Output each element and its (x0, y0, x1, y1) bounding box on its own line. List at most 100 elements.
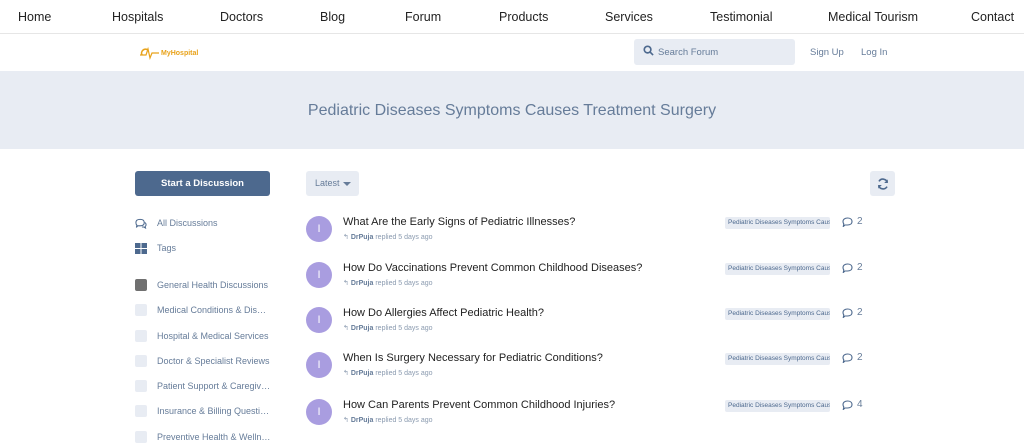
reply-count: 2 (842, 352, 863, 363)
discussion-time: replied 5 days ago (375, 280, 433, 287)
reply-count: 4 (842, 399, 863, 410)
sidebar-tag-label: Hospital & Medical Services (157, 331, 269, 341)
discussion-title[interactable]: How Do Allergies Affect Pediatric Health… (343, 307, 544, 319)
heartbeat-logo-icon (140, 46, 159, 60)
nav-medical-tourism[interactable]: Medical Tourism (828, 10, 918, 24)
nav-doctors[interactable]: Doctors (220, 10, 263, 24)
nav-services[interactable]: Services (605, 10, 653, 24)
refresh-button[interactable] (870, 171, 895, 196)
discussion-tag[interactable]: Pediatric Diseases Symptoms Causes Treat… (725, 217, 830, 229)
reply-icon: ↰ (343, 325, 349, 332)
discussion-tag[interactable]: Pediatric Diseases Symptoms Causes Treat… (725, 400, 830, 412)
avatar[interactable]: I (306, 262, 332, 288)
reply-count: 2 (842, 216, 863, 227)
sidebar-tag-item[interactable]: Medical Conditions & Diseases (135, 302, 271, 318)
sidebar-tag-item[interactable]: Hospital & Medical Services (135, 328, 271, 344)
sidebar-tag-label: General Health Discussions (157, 280, 269, 290)
nav-hospitals[interactable]: Hospitals (112, 10, 163, 24)
discussion-author[interactable]: DrPuja (351, 417, 374, 424)
reply-icon: ↰ (343, 280, 349, 287)
sidebar-item-tags[interactable]: Tags (135, 240, 271, 256)
comment-icon (842, 399, 853, 410)
discussion-list-item[interactable]: I What Are the Early Signs of Pediatric … (306, 216, 896, 256)
sidebar-tag-label: Insurance & Billing Questions (157, 406, 271, 416)
sort-label: Latest (315, 178, 340, 188)
comment-icon (842, 216, 853, 227)
search-input[interactable] (658, 39, 788, 65)
sidebar-tag-label: Patient Support & Caregiving (157, 381, 271, 391)
log-in-link[interactable]: Log In (861, 47, 887, 58)
nav-contact[interactable]: Contact (971, 10, 1014, 24)
reply-count-value: 2 (857, 352, 863, 363)
forum-header: MyHospital Sign Up Log In (0, 34, 1024, 71)
reply-icon: ↰ (343, 417, 349, 424)
avatar[interactable]: I (306, 399, 332, 425)
discussion-author[interactable]: DrPuja (351, 325, 374, 332)
reply-count: 2 (842, 307, 863, 318)
sidebar-tag-item[interactable]: Doctor & Specialist Reviews (135, 353, 271, 369)
discussion-list-item[interactable]: I How Do Vaccinations Prevent Common Chi… (306, 262, 896, 302)
tag-color-swatch (135, 431, 147, 443)
nav-forum[interactable]: Forum (405, 10, 441, 24)
logo-text: MyHospital (161, 49, 199, 57)
caret-down-icon (342, 181, 351, 186)
discussion-time: replied 5 days ago (375, 370, 433, 377)
discussion-author[interactable]: DrPuja (351, 370, 374, 377)
discussion-meta: ↰ DrPuja replied 5 days ago (343, 416, 433, 424)
discussion-title[interactable]: When Is Surgery Necessary for Pediatric … (343, 352, 603, 364)
sidebar-item-all-discussions[interactable]: All Discussions (135, 215, 271, 231)
discussion-time: replied 5 days ago (375, 417, 433, 424)
search-box[interactable] (634, 39, 795, 65)
nav-testimonial[interactable]: Testimonial (710, 10, 773, 24)
nav-products[interactable]: Products (499, 10, 548, 24)
tag-color-swatch (135, 330, 147, 342)
discussion-tag[interactable]: Pediatric Diseases Symptoms Causes Treat… (725, 308, 830, 320)
avatar[interactable]: I (306, 307, 332, 333)
avatar[interactable]: I (306, 352, 332, 378)
nav-blog[interactable]: Blog (320, 10, 345, 24)
tag-color-swatch (135, 405, 147, 417)
discussion-title[interactable]: What Are the Early Signs of Pediatric Il… (343, 216, 575, 228)
discussion-title[interactable]: How Can Parents Prevent Common Childhood… (343, 399, 615, 411)
reply-count-value: 2 (857, 307, 863, 318)
comment-icon (842, 307, 853, 318)
search-icon (643, 45, 654, 56)
comment-icon (842, 262, 853, 273)
discussion-list-item[interactable]: I How Do Allergies Affect Pediatric Heal… (306, 307, 896, 347)
tag-color-swatch (135, 355, 147, 367)
tag-color-swatch (135, 380, 147, 392)
sort-dropdown[interactable]: Latest (306, 171, 359, 196)
reply-count-value: 4 (857, 399, 863, 410)
discussion-meta: ↰ DrPuja replied 5 days ago (343, 324, 433, 332)
comments-icon (135, 217, 147, 229)
sidebar-item-label: All Discussions (157, 218, 218, 228)
discussion-meta: ↰ DrPuja replied 5 days ago (343, 233, 433, 241)
discussion-title[interactable]: How Do Vaccinations Prevent Common Child… (343, 262, 642, 274)
reply-count-value: 2 (857, 262, 863, 273)
site-top-nav: Home Hospitals Doctors Blog Forum Produc… (0, 0, 1024, 34)
sidebar-tag-item[interactable]: Patient Support & Caregiving (135, 378, 271, 394)
discussion-author[interactable]: DrPuja (351, 280, 374, 287)
sign-up-link[interactable]: Sign Up (810, 47, 844, 58)
site-logo[interactable]: MyHospital (138, 45, 198, 61)
tag-color-swatch (135, 304, 147, 316)
start-discussion-button[interactable]: Start a Discussion (135, 171, 270, 196)
sidebar-tag-item[interactable]: Preventive Health & Wellness (135, 429, 271, 445)
discussion-time: replied 5 days ago (375, 234, 433, 241)
avatar[interactable]: I (306, 216, 332, 242)
sidebar-tag-label: Preventive Health & Wellness (157, 432, 271, 442)
tags-grid-icon (135, 242, 147, 254)
discussion-tag[interactable]: Pediatric Diseases Symptoms Causes Treat… (725, 263, 830, 275)
reply-count: 2 (842, 262, 863, 273)
sidebar-tag-item[interactable]: General Health Discussions (135, 277, 271, 293)
sidebar-tag-item[interactable]: Insurance & Billing Questions (135, 403, 271, 419)
refresh-icon (877, 177, 888, 190)
sidebar-tag-label: Medical Conditions & Diseases (157, 305, 271, 315)
discussion-tag[interactable]: Pediatric Diseases Symptoms Causes Treat… (725, 353, 830, 365)
discussion-list-item[interactable]: I When Is Surgery Necessary for Pediatri… (306, 352, 896, 392)
sidebar-item-label: Tags (157, 243, 177, 253)
page-title: Pediatric Diseases Symptoms Causes Treat… (307, 102, 717, 119)
nav-home[interactable]: Home (18, 10, 51, 24)
discussion-list-item[interactable]: I How Can Parents Prevent Common Childho… (306, 399, 896, 439)
discussion-author[interactable]: DrPuja (351, 234, 374, 241)
